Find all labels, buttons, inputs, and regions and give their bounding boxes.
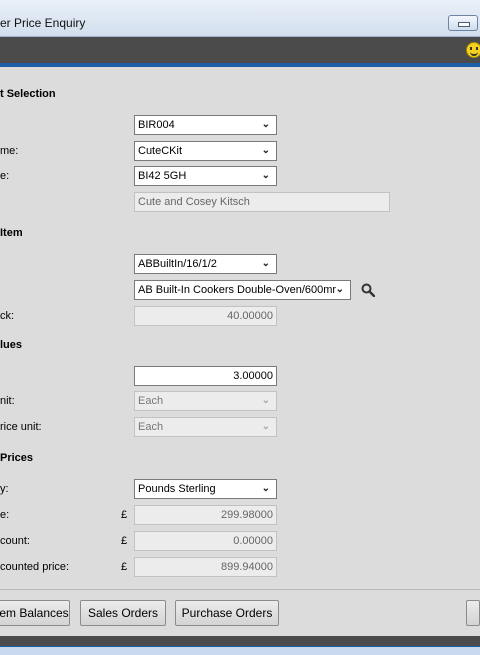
- company-name-field: Cute and Cosey Kitsch: [134, 192, 390, 212]
- stock-code-value: ABBuiltIn/16/1/2: [138, 258, 217, 270]
- partial-action-button[interactable]: [466, 600, 480, 626]
- discounted-price-currency-symbol: £: [121, 561, 128, 573]
- status-bar: [0, 636, 480, 646]
- discounted-price-field: 899.94000: [134, 557, 277, 577]
- purchase-orders-button[interactable]: Purchase Orders: [175, 600, 279, 626]
- discount-currency-symbol: £: [121, 535, 128, 547]
- in-stock-field: 40.00000: [134, 306, 277, 326]
- section-heading-customer-selection: t Selection: [0, 88, 56, 100]
- in-stock-label: ck:: [0, 310, 15, 322]
- postcode-select[interactable]: BI42 5GH ⌄: [134, 166, 277, 186]
- stock-description-select[interactable]: AB Built-In Cookers Double-Oven/600mr ⌄: [134, 280, 351, 300]
- chevron-down-icon: ⌄: [261, 145, 270, 156]
- name-select[interactable]: CuteCKit ⌄: [134, 141, 277, 161]
- footer-divider: [0, 589, 480, 590]
- discounted-price-label: counted price:: [0, 561, 70, 573]
- currency-value: Pounds Sterling: [138, 483, 216, 495]
- chevron-down-icon: ⌄: [261, 258, 270, 269]
- currency-select[interactable]: Pounds Sterling ⌄: [134, 479, 277, 499]
- price-unit-label: rice unit:: [0, 421, 42, 433]
- name-label: me:: [0, 145, 19, 157]
- section-heading-stock-item: Item: [0, 227, 23, 239]
- sales-orders-button[interactable]: Sales Orders: [80, 600, 166, 626]
- unit-price-currency-symbol: £: [121, 509, 128, 521]
- unit-label: nit:: [0, 395, 15, 407]
- minimize-icon: [458, 22, 470, 27]
- toolbar: [0, 37, 480, 63]
- account-value: BIR004: [138, 119, 175, 131]
- discount-field: 0.00000: [134, 531, 277, 551]
- section-heading-values: lues: [0, 339, 23, 351]
- stock-code-select[interactable]: ABBuiltIn/16/1/2 ⌄: [134, 254, 277, 274]
- postcode-value: BI42 5GH: [138, 170, 187, 182]
- chevron-down-icon: ⌄: [261, 483, 270, 494]
- unit-price-field: 299.98000: [134, 505, 277, 525]
- discount-label: count:: [0, 535, 30, 547]
- price-unit-value: Each: [138, 421, 164, 433]
- chevron-down-icon: ⌄: [261, 170, 270, 181]
- section-heading-prices: Prices: [0, 452, 34, 464]
- item-balances-button[interactable]: em Balances: [0, 600, 70, 626]
- postcode-label: e:: [0, 170, 10, 182]
- unit-value: Each: [138, 395, 164, 407]
- smiley-icon[interactable]: [466, 42, 480, 58]
- unit-price-label: e:: [0, 509, 10, 521]
- chevron-down-icon: ⌄: [261, 421, 270, 432]
- quantity-input[interactable]: 3.00000: [134, 366, 277, 386]
- chevron-down-icon: ⌄: [261, 119, 270, 130]
- price-unit-select: Each ⌄: [134, 417, 277, 437]
- account-select[interactable]: BIR004 ⌄: [134, 115, 277, 135]
- name-value: CuteCKit: [138, 145, 183, 157]
- minimize-button[interactable]: [448, 15, 478, 31]
- window-title: er Price Enquiry: [0, 16, 86, 30]
- currency-label: y:: [0, 483, 9, 495]
- toolbar-accent-line: [0, 63, 480, 67]
- chevron-down-icon: ⌄: [335, 284, 344, 295]
- search-icon[interactable]: [361, 283, 375, 297]
- title-bar: er Price Enquiry: [0, 0, 480, 37]
- unit-select: Each ⌄: [134, 391, 277, 411]
- chevron-down-icon: ⌄: [261, 395, 270, 406]
- stock-description-value: AB Built-In Cookers Double-Oven/600mr: [138, 284, 337, 296]
